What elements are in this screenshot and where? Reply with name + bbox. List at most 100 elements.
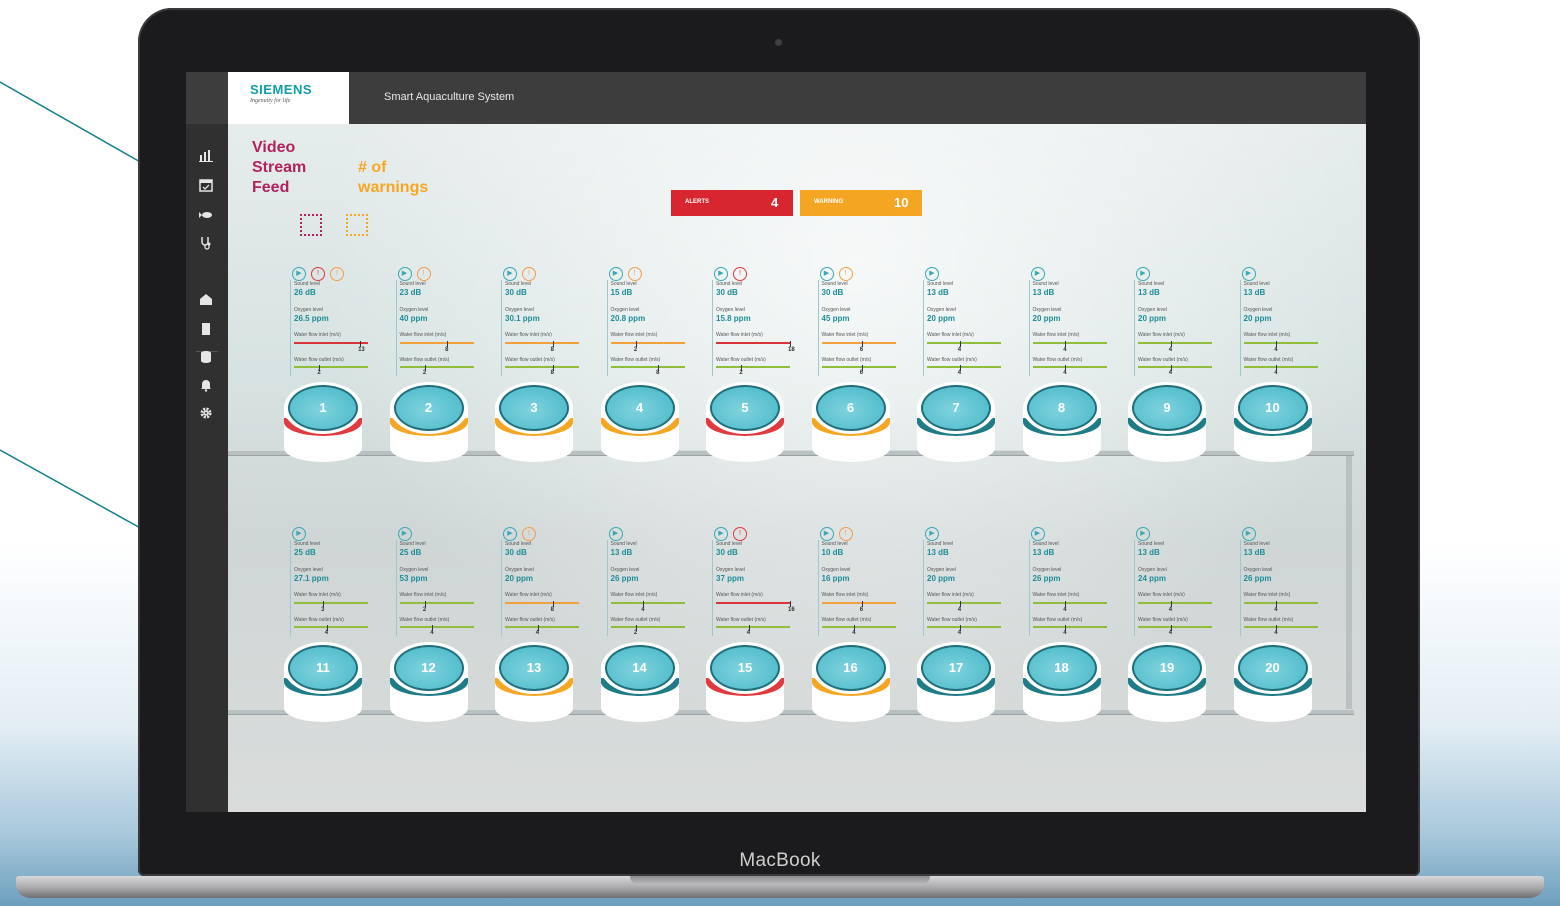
fish-tank[interactable]: 20 — [1233, 642, 1312, 732]
siemens-logo[interactable]: SIEMENS Ingenuity for life — [228, 72, 349, 124]
database-icon[interactable] — [199, 350, 213, 364]
alert-icon[interactable]: ! — [733, 267, 747, 281]
video-camera-icon[interactable]: ▶ — [1030, 527, 1045, 541]
gear-icon[interactable] — [199, 406, 213, 420]
video-camera-icon[interactable]: ▶ — [819, 267, 834, 281]
fish-tank[interactable]: 2 — [389, 382, 468, 472]
fish-tank[interactable]: 4 — [600, 382, 679, 472]
video-camera-icon[interactable]: ▶ — [714, 527, 728, 541]
stethoscope-icon[interactable] — [199, 236, 213, 250]
video-camera-icon[interactable]: ▶ — [1136, 267, 1150, 281]
warning-icon[interactable]: ! — [522, 527, 536, 541]
tank-card[interactable]: ▶ Sound level 13 dB Oxygen level 20 ppm Water… — [1128, 262, 1228, 472]
fish-tank[interactable]: 11 — [284, 642, 362, 732]
inlet-flow-value: 4 — [1274, 347, 1278, 353]
video-camera-icon[interactable]: ▶ — [1241, 267, 1256, 281]
inlet-flow-value: 8 — [550, 347, 554, 353]
tank-card[interactable]: ▶! Sound level 30 dB Oxygen level 37 ppm Wate… — [706, 522, 806, 732]
tank-card[interactable]: ▶ Sound level 13 dB Oxygen level 26 ppm Water… — [1233, 522, 1334, 732]
tank-card[interactable]: ▶ Sound level 13 dB Oxygen level 20 ppm Water… — [917, 522, 1017, 732]
tank-card[interactable]: ▶! Sound level 30 dB Oxygen level 45 ppm Wate… — [811, 262, 912, 472]
video-camera-icon[interactable]: ▶ — [503, 527, 517, 541]
inlet-flow-value: 2 — [422, 607, 427, 613]
outlet-flow-label: Water flow outlet (m/s) — [821, 357, 872, 363]
fish-tank[interactable]: 1 — [284, 382, 362, 472]
inlet-flow-label: Water flow inlet (m/s) — [821, 592, 869, 598]
fish-tank[interactable]: 8 — [1022, 382, 1101, 472]
warning-icon[interactable]: ! — [627, 267, 642, 281]
video-camera-icon[interactable]: ▶ — [608, 527, 623, 541]
outlet-flow-value: 4 — [957, 370, 962, 376]
tank-status-icons: ▶! — [503, 262, 541, 281]
outlet-flow-label: Water flow outlet (m/s) — [927, 357, 977, 363]
oxygen-level-label: Oxygen level — [294, 307, 323, 313]
tank-card[interactable]: ▶ Sound level 13 dB Oxygen level 20 ppm Water… — [1022, 262, 1123, 472]
tank-card[interactable]: ▶! Sound level 23 dB Oxygen level 40 ppm Wate… — [389, 262, 490, 472]
video-camera-icon[interactable]: ▶ — [925, 267, 939, 281]
warning-icon[interactable]: ! — [416, 267, 431, 281]
oxygen-level-label: Oxygen level — [716, 307, 745, 313]
video-camera-icon[interactable]: ▶ — [714, 267, 728, 281]
fish-icon[interactable] — [199, 208, 213, 222]
tank-card[interactable]: ▶ Sound level 13 dB Oxygen level 26 ppm Water… — [1022, 522, 1123, 732]
tank-card[interactable]: ▶! Sound level 30 dB Oxygen level 20 ppm Wate… — [495, 522, 595, 732]
warning-icon[interactable]: ! — [838, 267, 853, 281]
tank-number: 15 — [737, 660, 753, 675]
tank-card[interactable]: ▶! Sound level 30 dB Oxygen level 15.8 ppm Wa… — [706, 262, 806, 472]
fish-tank[interactable]: 7 — [917, 382, 995, 472]
bell-icon[interactable] — [199, 378, 213, 392]
fish-tank[interactable]: 12 — [389, 642, 468, 732]
video-camera-icon[interactable]: ▶ — [819, 527, 834, 541]
video-camera-icon[interactable]: ▶ — [608, 267, 623, 281]
sound-level-label: Sound level — [716, 541, 743, 547]
video-camera-icon[interactable]: ▶ — [292, 267, 306, 281]
fish-tank[interactable]: 6 — [811, 382, 890, 472]
video-camera-icon[interactable]: ▶ — [1241, 527, 1256, 541]
fish-tank[interactable]: 9 — [1128, 382, 1206, 472]
outlet-flow-bar — [399, 366, 474, 368]
tank-card[interactable]: ▶!! Sound level 26 dB Oxygen level 26.5 ppm W… — [284, 262, 384, 472]
fish-tank[interactable]: 16 — [811, 642, 890, 732]
fish-tank[interactable]: 13 — [495, 642, 573, 732]
fish-tank[interactable]: 18 — [1022, 642, 1101, 732]
warning-icon[interactable]: ! — [522, 267, 536, 281]
fish-tank[interactable]: 19 — [1128, 642, 1206, 732]
tank-card[interactable]: ▶ Sound level 13 dB Oxygen level 20 ppm Water… — [917, 262, 1017, 472]
fish-tank[interactable]: 10 — [1233, 382, 1312, 472]
tank-card[interactable]: ▶ Sound level 13 dB Oxygen level 26 ppm Water… — [600, 522, 701, 732]
video-camera-icon[interactable]: ▶ — [1136, 527, 1150, 541]
fish-tank[interactable]: 15 — [706, 642, 784, 732]
tank-card[interactable]: ▶ Sound level 25 dB Oxygen level 53 ppm Water… — [389, 522, 490, 732]
tank-card[interactable]: ▶! Sound level 10 dB Oxygen level 16 ppm Wate… — [811, 522, 912, 732]
video-camera-icon[interactable]: ▶ — [397, 527, 412, 541]
fish-tank[interactable]: 5 — [706, 382, 784, 472]
alert-icon[interactable]: ! — [311, 267, 325, 281]
video-camera-icon[interactable]: ▶ — [397, 267, 412, 281]
calendar-icon[interactable] — [199, 178, 213, 192]
fish-tank[interactable]: 17 — [917, 642, 995, 732]
alerts-counter[interactable]: ALERTS 4 — [671, 190, 793, 216]
tank-card[interactable]: ▶ Sound level 25 dB Oxygen level 27.1 ppm Wat… — [284, 522, 384, 732]
oxygen-level-value: 20 ppm — [505, 574, 534, 583]
warnings-counter[interactable]: WARNING 10 — [800, 190, 922, 216]
outlet-flow-label: Water flow outlet (m/s) — [716, 357, 766, 363]
chart-icon[interactable] — [199, 148, 213, 162]
tank-card[interactable]: ▶ Sound level 13 dB Oxygen level 24 ppm Water… — [1128, 522, 1228, 732]
inlet-flow-label: Water flow inlet (m/s) — [1032, 592, 1080, 598]
building-icon[interactable] — [199, 292, 213, 306]
tank-card[interactable]: ▶! Sound level 30 dB Oxygen level 30.1 ppm Wa… — [495, 262, 595, 472]
server-icon[interactable] — [199, 322, 213, 336]
outlet-flow-value: 2 — [739, 370, 743, 376]
tank-status-icons: ▶ — [1030, 522, 1050, 541]
warning-icon[interactable]: ! — [838, 527, 853, 541]
video-camera-icon[interactable]: ▶ — [292, 527, 306, 541]
warning-icon[interactable]: ! — [330, 267, 344, 281]
fish-tank[interactable]: 14 — [600, 642, 679, 732]
tank-card[interactable]: ▶! Sound level 15 dB Oxygen level 20.8 ppm Wa… — [600, 262, 701, 472]
video-camera-icon[interactable]: ▶ — [925, 527, 939, 541]
fish-tank[interactable]: 3 — [495, 382, 573, 472]
tank-card[interactable]: ▶ Sound level 13 dB Oxygen level 20 ppm Water… — [1233, 262, 1334, 472]
video-camera-icon[interactable]: ▶ — [1030, 267, 1045, 281]
alert-icon[interactable]: ! — [733, 527, 747, 541]
video-camera-icon[interactable]: ▶ — [503, 267, 517, 281]
